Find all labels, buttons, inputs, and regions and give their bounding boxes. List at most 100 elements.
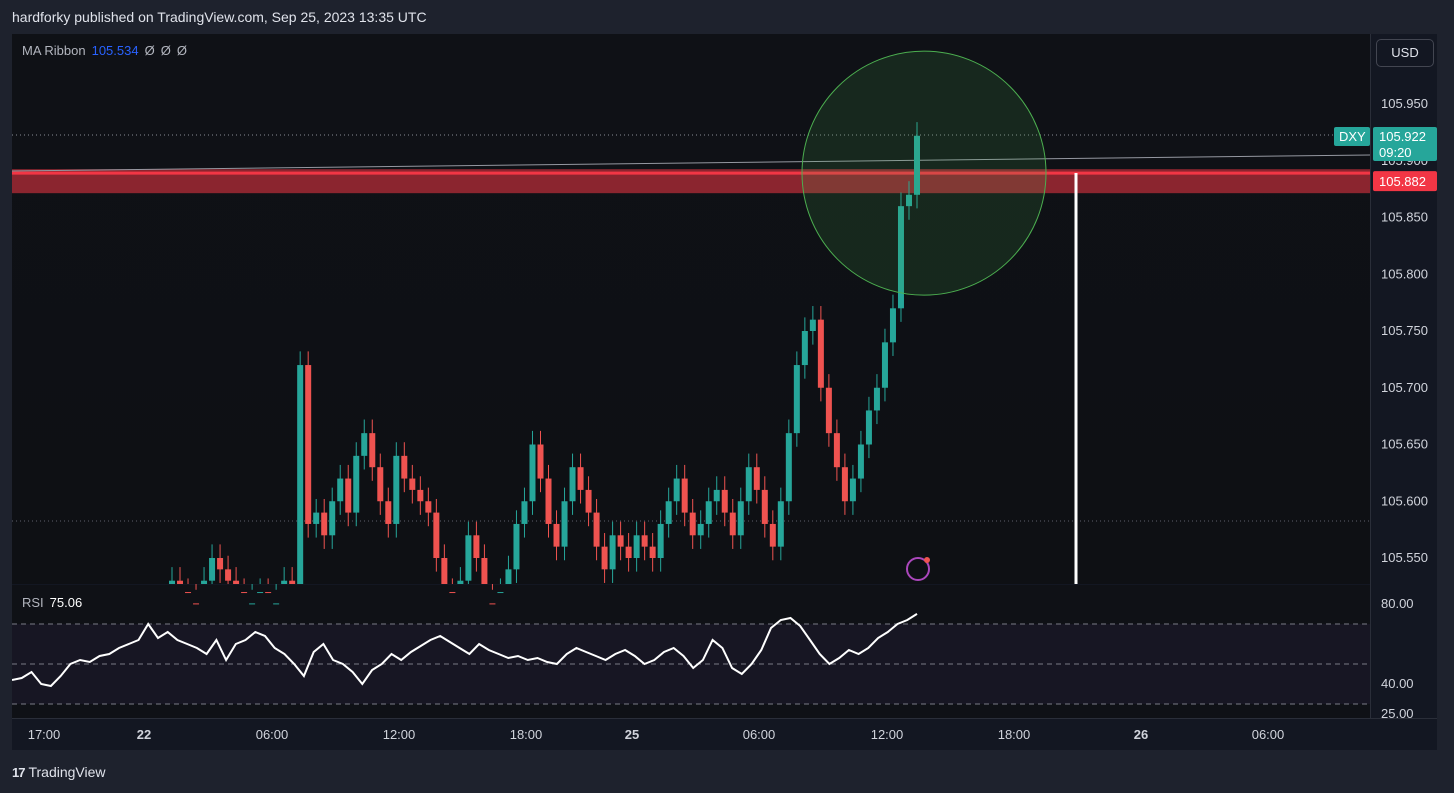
candle-body bbox=[177, 580, 184, 584]
candle-body bbox=[729, 512, 736, 536]
candle-body bbox=[409, 478, 416, 490]
candle-body bbox=[545, 478, 552, 524]
price-tick-label: 105.600 bbox=[1381, 493, 1428, 508]
candle-body bbox=[889, 308, 896, 343]
candle-body bbox=[297, 365, 304, 584]
chart-frame[interactable]: 105.950105.900105.850105.800105.750105.7… bbox=[12, 34, 1437, 750]
candle-body bbox=[873, 387, 880, 411]
candle-body bbox=[649, 546, 656, 558]
candle-body bbox=[721, 489, 728, 513]
candle-body bbox=[593, 512, 600, 547]
candle-body bbox=[489, 603, 496, 605]
candle-body bbox=[193, 603, 200, 605]
highlight-circle bbox=[801, 50, 1047, 296]
candle-body bbox=[425, 501, 432, 513]
candle-body bbox=[321, 512, 328, 536]
alert-dot-icon bbox=[924, 557, 930, 563]
candle-body bbox=[745, 467, 752, 502]
candle-body bbox=[233, 580, 240, 584]
candle-body bbox=[513, 523, 520, 570]
candle-body bbox=[241, 592, 248, 594]
currency-button[interactable]: USD bbox=[1376, 39, 1434, 67]
candle-body bbox=[865, 410, 872, 445]
candle-body bbox=[265, 592, 272, 594]
price-tick-label: 105.700 bbox=[1381, 380, 1428, 395]
candle-body bbox=[209, 558, 216, 581]
time-tick-label: 12:00 bbox=[383, 727, 416, 742]
candle-body bbox=[201, 580, 208, 584]
candle-body bbox=[697, 523, 704, 536]
candle-body bbox=[577, 467, 584, 490]
candle-body bbox=[185, 592, 192, 594]
rsi-tick-label: 25.00 bbox=[1381, 706, 1414, 721]
candle-body bbox=[657, 523, 664, 558]
candle-body bbox=[385, 501, 392, 524]
candle-body bbox=[169, 580, 175, 584]
time-tick-label: 17:00 bbox=[28, 727, 61, 742]
candle-body bbox=[857, 444, 864, 479]
time-tick-label: 26 bbox=[1134, 727, 1148, 742]
candle-body bbox=[417, 489, 424, 502]
time-tick-label: 18:00 bbox=[510, 727, 543, 742]
candle-body bbox=[281, 580, 288, 584]
candle-body bbox=[481, 558, 488, 584]
price-tick-label: 105.750 bbox=[1381, 323, 1428, 338]
candle-body bbox=[337, 478, 344, 502]
rsi-tick-label: 80.00 bbox=[1381, 596, 1414, 611]
price-tick-label: 105.650 bbox=[1381, 437, 1428, 452]
candle-body bbox=[257, 592, 264, 594]
tradingview-logo-icon: 17 bbox=[12, 764, 26, 780]
candle-body bbox=[377, 467, 384, 502]
rsi-value: 75.06 bbox=[49, 595, 83, 610]
time-tick-label: 12:00 bbox=[871, 727, 904, 742]
candle-body bbox=[737, 501, 744, 536]
price-tick-label: 105.800 bbox=[1381, 266, 1428, 281]
candle-body bbox=[273, 603, 280, 605]
candle-body bbox=[561, 501, 568, 547]
candle-body bbox=[713, 489, 720, 502]
price-tag-countdown: 09:20 bbox=[1379, 145, 1412, 160]
candle-body bbox=[225, 569, 232, 581]
candle-body bbox=[369, 433, 376, 468]
candle-body bbox=[249, 603, 256, 605]
candle-body bbox=[537, 444, 544, 479]
tradingview-branding[interactable]: 17 TradingView bbox=[12, 764, 106, 780]
candle-body bbox=[761, 489, 768, 524]
candle-body bbox=[809, 319, 816, 331]
price-tick-label: 105.550 bbox=[1381, 550, 1428, 565]
indicator-legend[interactable]: MA Ribbon 105.534 Ø Ø Ø bbox=[22, 43, 187, 58]
candle-body bbox=[817, 319, 824, 388]
candle-body bbox=[393, 455, 400, 524]
publisher-header: hardforky published on TradingView.com, … bbox=[12, 9, 427, 25]
candle-body bbox=[521, 501, 528, 524]
candle-body bbox=[849, 478, 856, 502]
time-tick-label: 06:00 bbox=[1252, 727, 1285, 742]
candle-body bbox=[825, 387, 832, 434]
candle-body bbox=[569, 467, 576, 502]
candle-body bbox=[841, 467, 848, 502]
candle-body bbox=[305, 365, 312, 524]
candle-body bbox=[457, 580, 464, 584]
candle-body bbox=[681, 478, 688, 513]
candle-body bbox=[769, 523, 776, 547]
candle-body bbox=[689, 512, 696, 536]
candle-body bbox=[345, 478, 352, 513]
candle-body bbox=[833, 433, 840, 468]
candle-body bbox=[881, 342, 888, 388]
candle-body bbox=[633, 535, 640, 558]
rsi-legend[interactable]: RSI 75.06 bbox=[22, 595, 82, 610]
chart-svg: 105.950105.900105.850105.800105.750105.7… bbox=[12, 50, 1437, 742]
trend-line bbox=[12, 154, 1371, 172]
candle-body bbox=[617, 535, 624, 547]
candle-body bbox=[449, 592, 456, 594]
candle-body bbox=[785, 433, 792, 502]
indicator-extra-2: Ø bbox=[160, 43, 171, 58]
symbol-tag-label: DXY bbox=[1339, 129, 1366, 144]
candle-body bbox=[465, 535, 472, 581]
candle-body bbox=[705, 501, 712, 524]
price-tick-label: 105.950 bbox=[1381, 96, 1428, 111]
candle-body bbox=[793, 365, 800, 434]
indicator-value: 105.534 bbox=[91, 43, 139, 58]
rsi-tick-label: 40.00 bbox=[1381, 676, 1414, 691]
candle-body bbox=[625, 546, 632, 558]
